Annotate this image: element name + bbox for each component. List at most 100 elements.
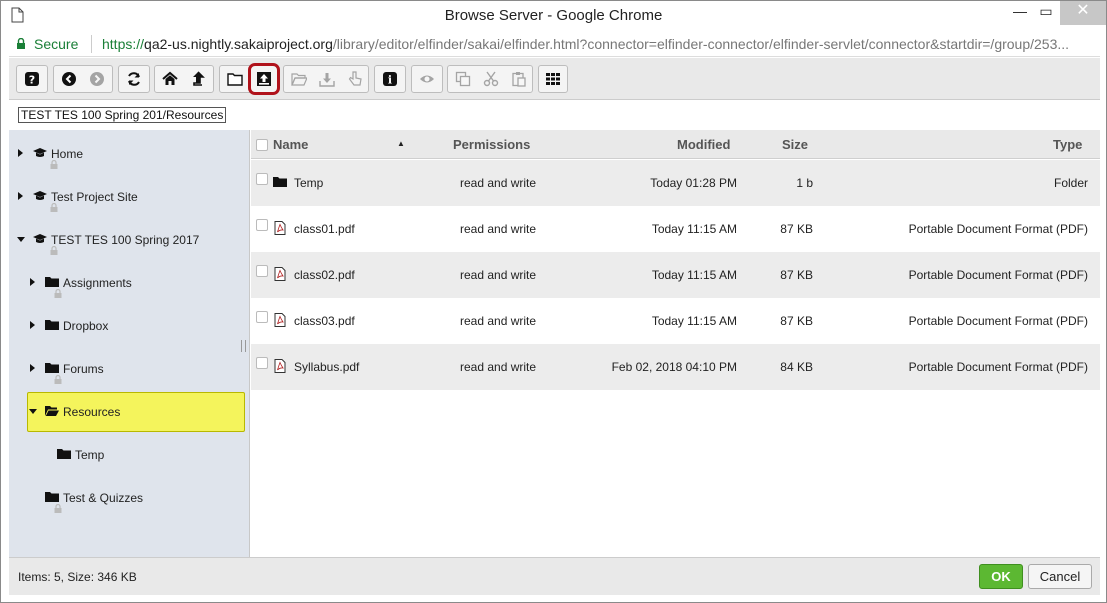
cancel-button[interactable]: Cancel [1028,564,1092,589]
home-button[interactable] [159,69,181,89]
expand-arrow-icon[interactable] [29,363,37,373]
column-size[interactable]: Size [782,137,808,152]
tree-item-label: Forums [63,362,104,376]
svg-text:?: ? [29,74,35,87]
open-button[interactable] [288,69,310,89]
file-type: Folder [1053,176,1088,190]
row-checkbox[interactable] [256,265,268,277]
copy-button[interactable] [452,69,474,89]
tree-item-dropbox[interactable]: Dropbox [29,316,229,338]
back-button[interactable] [58,69,80,89]
row-checkbox[interactable] [256,311,268,323]
tree-item-label: Test & Quizzes [63,491,144,505]
cut-button[interactable] [480,69,502,89]
sidebar-resize-handle[interactable] [241,340,246,352]
file-permissions: read and write [460,314,537,328]
file-modified: Feb 02, 2018 04:10 PM [611,360,737,374]
collapse-arrow-icon[interactable] [17,234,25,244]
row-checkbox[interactable] [256,357,268,369]
column-modified[interactable]: Modified [677,137,730,152]
expand-arrow-icon[interactable] [29,277,37,287]
cut-icon [483,71,499,87]
select-all-checkbox[interactable] [256,139,268,151]
reload-button[interactable] [123,69,145,89]
file-type: Portable Document Format (PDF) [908,222,1088,236]
home-icon [162,71,178,85]
status-bar: Items: 5, Size: 346 KB OK Cancel [9,557,1100,595]
file-permissions: read and write [460,268,537,282]
url-text[interactable]: https://qa2-us.nightly.sakaiproject.org/… [102,36,1097,52]
url-host: qa2-us.nightly.sakaiproject.org [144,36,333,52]
tree-item-test-project-site[interactable]: Test Project Site [17,187,237,212]
ok-button[interactable]: OK [979,564,1023,589]
get-file-button[interactable] [344,69,366,89]
file-modified: Today 11:15 AM [651,268,737,282]
pdf-file-icon [274,359,286,373]
tree-item-test-quizzes[interactable]: Test & Quizzes [29,488,229,513]
tree-item-test-tes-100-spring-2017[interactable]: TEST TES 100 Spring 2017 [17,230,242,255]
expand-arrow-icon[interactable] [29,320,37,330]
paste-button[interactable] [508,69,530,89]
info-button[interactable]: i [379,69,401,89]
collapse-arrow-icon[interactable] [29,406,37,416]
tree-item-forums[interactable]: Forums [29,359,229,384]
forward-button[interactable] [86,69,108,89]
toolbar-group-info: i [374,65,406,93]
graduation-cap-icon [33,191,47,200]
new-folder-button[interactable] [224,69,246,89]
toolbar-group-help: ? [16,65,48,93]
window-title: Browse Server - Google Chrome [444,7,663,24]
download-button[interactable] [316,69,338,89]
toolbar-group-navigation [154,65,214,93]
url-protocol: https:// [102,36,145,52]
folder-icon [45,320,59,330]
tree-item-temp[interactable]: Temp [41,445,221,467]
address-separator [91,35,92,53]
file-name: class02.pdf [294,268,355,282]
toolbar-group-reload [118,65,150,93]
column-name[interactable]: Name [273,137,308,152]
folder-open-icon [45,406,59,416]
file-row-syllabus[interactable]: Syllabus.pdf read and write Feb 02, 2018… [251,344,1100,390]
tree-item-resources[interactable]: Resources [29,402,229,424]
help-button[interactable]: ? [21,69,43,89]
close-button[interactable]: ✕ [1060,1,1106,25]
url-path: /library/editor/elfinder/sakai/elfinder.… [332,36,1070,52]
file-row-class01[interactable]: class01.pdf read and write Today 11:15 A… [251,206,1100,252]
file-modified: Today 11:15 AM [651,222,737,236]
file-type: Portable Document Format (PDF) [908,314,1088,328]
maximize-button[interactable]: ▭ [1031,1,1061,25]
address-bar[interactable]: Secure https://qa2-us.nightly.sakaiproje… [9,31,1100,57]
upload-button[interactable] [248,63,280,95]
file-type: Portable Document Format (PDF) [908,360,1088,374]
preview-button[interactable] [416,69,438,89]
file-row-class03[interactable]: class03.pdf read and write Today 11:15 A… [251,298,1100,344]
column-type[interactable]: Type [1053,137,1082,152]
file-size: 87 KB [780,222,813,236]
folder-icon [57,449,71,459]
lock-icon [50,203,58,212]
row-checkbox[interactable] [256,173,268,185]
folder-tree: Home Test Project Site TEST TES 100 Spri… [9,130,250,557]
up-icon [193,71,205,86]
browser-window: Browse Server - Google Chrome — ▭ ✕ Secu… [0,0,1107,603]
pdf-file-icon [274,267,286,281]
folder-icon [45,277,59,287]
up-button[interactable] [187,69,209,89]
current-path[interactable]: TEST TES 100 Spring 201/Resources [18,107,227,123]
folder-icon [273,177,287,187]
row-checkbox[interactable] [256,219,268,231]
file-row-class02[interactable]: class02.pdf read and write Today 11:15 A… [251,252,1100,298]
tree-item-home[interactable]: Home [17,144,237,169]
svg-text:i: i [388,74,392,87]
expand-arrow-icon[interactable] [17,148,25,158]
tree-item-label: Home [51,147,84,161]
column-permissions[interactable]: Permissions [453,137,530,152]
toolbar-group-clipboard [447,65,533,93]
file-name: class03.pdf [294,314,355,328]
view-toggle-button[interactable] [542,69,564,89]
file-size: 1 b [796,176,813,190]
expand-arrow-icon[interactable] [17,191,25,201]
file-row-temp[interactable]: Temp read and write Today 01:28 PM 1 b F… [251,160,1100,206]
tree-item-assignments[interactable]: Assignments [29,273,229,298]
